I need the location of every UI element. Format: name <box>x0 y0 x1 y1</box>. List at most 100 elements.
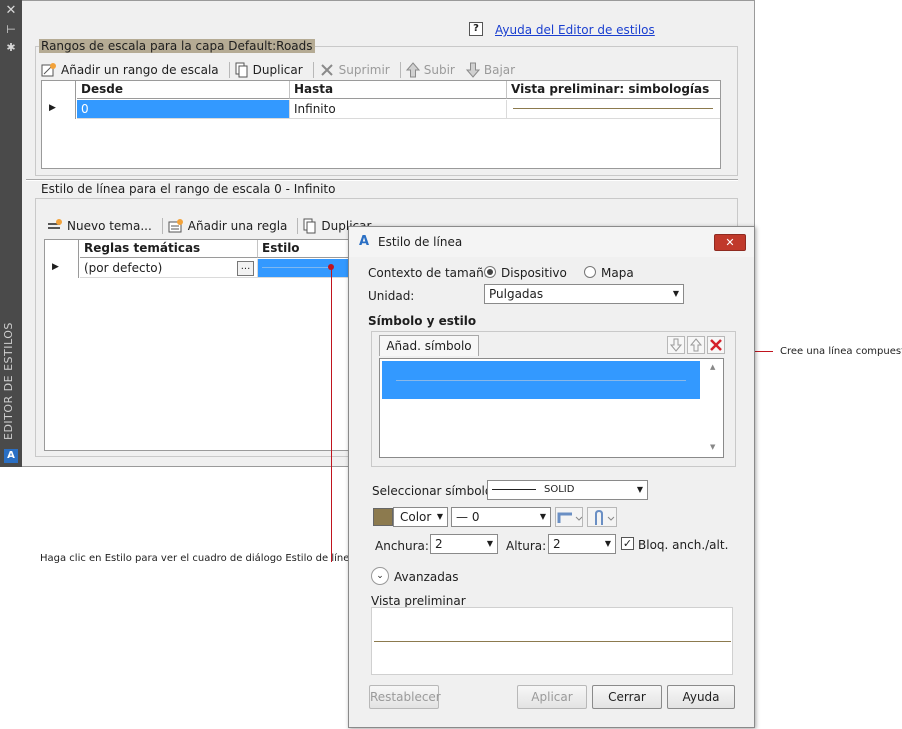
symbol-line-swatch <box>492 489 536 490</box>
help-button[interactable]: Ayuda <box>667 685 735 709</box>
move-down-scale-range-button[interactable]: Bajar <box>463 62 523 78</box>
close-button[interactable]: Cerrar <box>592 685 662 709</box>
lock-aspect-label[interactable]: Bloq. anch./alt. <box>638 538 728 552</box>
size-context-map-label[interactable]: Mapa <box>601 266 634 280</box>
unit-select[interactable]: Pulgadas ▼ <box>484 284 684 304</box>
duplicate-icon <box>235 62 248 78</box>
preview-line <box>374 641 731 642</box>
move-up-scale-range-button[interactable]: Subir <box>403 62 463 78</box>
arrow-down-icon <box>465 62 480 78</box>
symbol-panel: Añad. símbolo ▲ ▼ <box>371 331 736 467</box>
width-combo[interactable]: 2 ▼ <box>430 534 498 554</box>
grid-row-headers <box>45 240 79 278</box>
cell-rule[interactable]: (por defecto) <box>80 259 258 278</box>
dialog-title: Estilo de línea <box>378 235 463 249</box>
edit-rule-ellipsis-button[interactable]: ... <box>237 261 254 276</box>
unit-label: Unidad: <box>368 289 415 303</box>
toolbar-separator <box>312 62 314 78</box>
palette-sidebar: ✕ ⊢ ✱ EDITOR DE ESTILOS A <box>0 0 22 467</box>
line-weight-dash: — <box>456 510 472 524</box>
symbol-list-scrollbar[interactable]: ▲ ▼ <box>707 361 723 455</box>
delete-icon <box>320 64 333 76</box>
move-down-label: Bajar <box>483 63 516 77</box>
reset-button[interactable]: Restablecer <box>369 685 441 709</box>
size-context-label: Contexto de tamaño: <box>368 266 496 280</box>
column-header-to[interactable]: Hasta <box>290 81 507 99</box>
new-theme-label: Nuevo tema... <box>67 219 152 233</box>
delete-scale-range-label: Suprimir <box>338 63 390 77</box>
new-theme-icon <box>48 219 62 229</box>
color-swatch-fill <box>374 509 392 525</box>
add-rule-button[interactable]: Añadir una regla <box>165 218 296 234</box>
line-join-button[interactable] <box>555 507 583 527</box>
delete-symbol-button[interactable] <box>707 336 725 354</box>
help-icon[interactable]: ? <box>469 22 483 36</box>
arrow-up-icon <box>689 338 703 352</box>
height-value: 2 <box>553 537 561 551</box>
callout-compound-line: Cree una línea compuesta <box>780 346 902 357</box>
delete-scale-range-button[interactable]: Suprimir <box>316 62 398 78</box>
new-theme-button[interactable]: Nuevo tema... <box>44 218 160 234</box>
width-label: Anchura: <box>375 539 429 553</box>
size-context-map-radio[interactable] <box>584 266 596 278</box>
add-scale-range-button[interactable]: Añadir un rango de escala <box>38 62 227 78</box>
color-swatch[interactable] <box>373 508 393 526</box>
close-icon: ✕ <box>725 236 735 249</box>
scale-range-grid: Desde Hasta Vista preliminar: simbología… <box>41 80 721 169</box>
line-style-dialog: A Estilo de línea ✕ Contexto de tamaño: … <box>348 226 755 728</box>
symbol-list: ▲ ▼ <box>379 358 724 458</box>
line-cap-button[interactable] <box>587 507 617 527</box>
theme-rules-grid: Reglas temáticas Estilo ▶ (por defecto) … <box>44 239 375 451</box>
row-pointer-icon: ▶ <box>52 262 59 272</box>
line-join-icon <box>557 512 583 523</box>
line-weight-select[interactable]: — 0 ▼ <box>451 507 551 527</box>
advanced-label[interactable]: Avanzadas <box>394 570 458 584</box>
line-cap-icon <box>595 509 615 525</box>
move-symbol-down-button[interactable] <box>667 336 685 354</box>
app-logo-icon: A <box>359 234 370 249</box>
size-context-device-radio[interactable] <box>484 266 496 278</box>
preview-box <box>371 607 733 675</box>
dialog-close-button[interactable]: ✕ <box>714 234 746 251</box>
help-link[interactable]: Ayuda del Editor de estilos <box>495 23 655 37</box>
scroll-up-icon[interactable]: ▲ <box>710 363 715 371</box>
pin-icon[interactable]: ⊢ <box>0 23 22 37</box>
chevron-down-icon: ▼ <box>604 539 611 548</box>
duplicate-scale-range-button[interactable]: Duplicar <box>232 62 311 78</box>
symbol-list-item[interactable] <box>382 361 700 399</box>
chevron-down-icon: ▼ <box>672 289 679 298</box>
move-symbol-up-button[interactable] <box>687 336 705 354</box>
expand-advanced-button[interactable]: ⌄ <box>371 567 389 585</box>
lock-aspect-checkbox[interactable]: ✓ <box>621 537 634 550</box>
add-scale-range-label: Añadir un rango de escala <box>61 63 219 77</box>
add-scale-range-icon <box>41 63 56 77</box>
scale-range-toolbar: Añadir un rango de escala Duplicar Supri… <box>38 61 523 79</box>
column-header-from[interactable]: Desde <box>77 81 290 99</box>
select-symbol-combo[interactable]: SOLID ▼ <box>487 480 648 500</box>
scroll-down-icon[interactable]: ▼ <box>710 443 715 451</box>
size-context-device-label[interactable]: Dispositivo <box>501 266 567 280</box>
unit-value: Pulgadas <box>489 287 544 301</box>
delete-icon <box>710 339 722 351</box>
dialog-titlebar: A Estilo de línea ✕ <box>349 227 754 257</box>
apply-button[interactable]: Aplicar <box>517 685 587 709</box>
close-icon[interactable]: ✕ <box>0 4 22 18</box>
toolbar-separator <box>228 62 230 78</box>
checkmark-icon: ✓ <box>622 537 633 550</box>
section-divider <box>26 179 738 181</box>
column-header-rules[interactable]: Reglas temáticas <box>80 240 258 258</box>
toolbar-separator <box>399 62 401 78</box>
cell-to[interactable]: Infinito <box>290 100 507 119</box>
cell-preview[interactable] <box>507 100 720 119</box>
column-header-preview[interactable]: Vista preliminar: simbologías <box>507 81 720 99</box>
move-up-label: Subir <box>423 63 455 77</box>
color-select[interactable]: Color ▼ <box>393 507 448 527</box>
chevron-down-icon: ▼ <box>539 512 546 521</box>
duplicate-scale-range-label: Duplicar <box>252 63 303 77</box>
grid-row-headers <box>42 81 76 119</box>
settings-icon[interactable]: ✱ <box>0 41 22 55</box>
cell-from[interactable]: 0 <box>77 100 290 119</box>
height-combo[interactable]: 2 ▼ <box>548 534 616 554</box>
color-label: Color <box>400 510 432 524</box>
add-symbol-tab[interactable]: Añad. símbolo <box>379 335 479 356</box>
